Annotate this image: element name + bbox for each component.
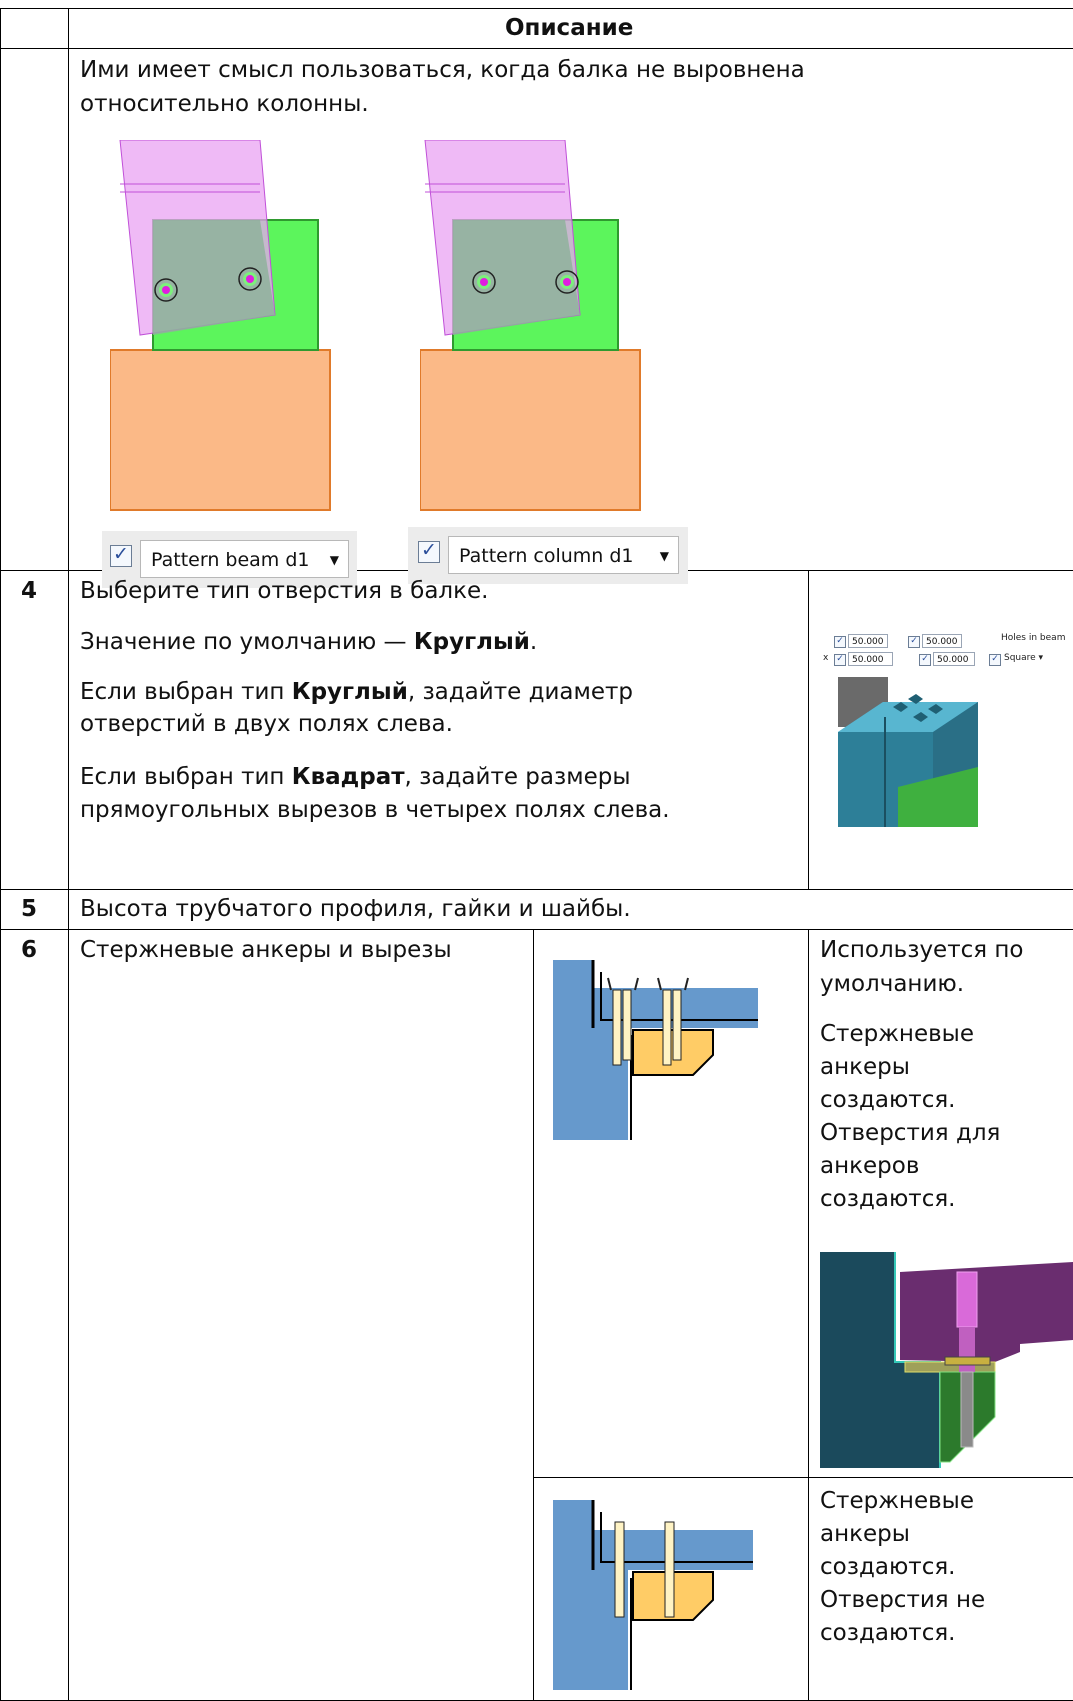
pattern-column-select-label: Pattern column d1 [459, 545, 634, 567]
row5-text: Высота трубчатого профиля, гайки и шайбы… [80, 896, 631, 922]
chevron-down-icon: ▼ [659, 549, 669, 563]
chevron-down-icon: ▼ [329, 553, 339, 567]
row4-image-border [808, 570, 809, 889]
opt2-line5: создаются. [820, 1620, 956, 1646]
row4-p1: Выберите тип отверстия в балке. [80, 578, 489, 604]
opt1-line6: Отверстия для [820, 1120, 1001, 1146]
hole-type-checkbox[interactable]: ✓ [989, 654, 1001, 666]
row4-bottom-border [0, 889, 1073, 890]
hole-v2-checkbox[interactable]: ✓ [908, 636, 920, 648]
hole-v3-checkbox[interactable]: ✓ [834, 654, 846, 666]
hole-type-select[interactable]: Square ▾ [1004, 653, 1043, 663]
opt1-line1: Используется по [820, 937, 1024, 963]
opt2-line3: создаются. [820, 1554, 956, 1580]
row-top-text-line2: относительно колонны. [80, 91, 369, 117]
pattern-column-checkbox[interactable]: ✓ [418, 539, 440, 563]
row4-number: 4 [21, 578, 38, 604]
anchor-3d-render [820, 1252, 1073, 1468]
holes-in-beam-label: Holes in beam [1001, 633, 1066, 643]
pattern-beam-checkbox[interactable]: ✓ [110, 543, 132, 567]
opt1-line7: анкеров [820, 1153, 920, 1179]
pattern-column-select[interactable]: Pattern column d1 ▼ [448, 536, 679, 574]
opt1-line2: умолчанию. [820, 971, 965, 997]
row4-p2: Значение по умолчанию — Круглый. [80, 629, 538, 655]
row6-label: Стержневые анкеры и вырезы [80, 937, 452, 963]
anchor-without-holes-diagram [553, 1500, 753, 1690]
hole-v1-checkbox[interactable]: ✓ [834, 636, 846, 648]
row5-number: 5 [21, 896, 38, 922]
row4-p4-line2: прямоугольных вырезов в четырех полях сл… [80, 797, 670, 823]
header-bottom-border [0, 48, 1073, 49]
number-column-border [68, 8, 69, 1701]
row4-p4-line1: Если выбран тип Квадрат, задайте размеры [80, 764, 631, 790]
row5-bottom-border [0, 929, 1073, 930]
table-top-border [0, 8, 1073, 9]
header-description: Описание [505, 15, 634, 41]
hole-v2-field[interactable]: 50.000 [922, 634, 962, 648]
table-left-border [0, 8, 1, 1701]
hole-v1-field[interactable]: 50.000 [848, 634, 888, 648]
opt2-line2: анкеры [820, 1521, 910, 1547]
opt2-line4: Отверстия не [820, 1587, 986, 1613]
pattern-beam-select-label: Pattern beam d1 [151, 549, 310, 571]
row4-p3-line2: отверстий в двух полях слева. [80, 711, 453, 737]
row6-number: 6 [21, 937, 38, 963]
row6-inner-border [533, 1477, 1073, 1478]
opt1-line4: анкеры [820, 1054, 910, 1080]
hole-v3-field[interactable]: 50.000 [848, 652, 893, 666]
row-top-text-line1: Ими имеет смысл пользоваться, когда балк… [80, 57, 805, 83]
hole-v4-checkbox[interactable]: ✓ [919, 654, 931, 666]
opt1-line5: создаются. [820, 1087, 956, 1113]
x-label: x [823, 653, 829, 663]
opt1-line8: создаются. [820, 1186, 956, 1212]
column-pattern-diagram [420, 140, 641, 511]
anchor-with-holes-diagram [553, 960, 758, 1140]
hole-v4-field[interactable]: 50.000 [933, 652, 975, 666]
row6-col2-border [533, 929, 534, 1701]
pattern-beam-select[interactable]: Pattern beam d1 ▼ [140, 540, 349, 578]
beam-pattern-diagram [110, 140, 331, 511]
row4-p3-line1: Если выбран тип Круглый, задайте диаметр [80, 679, 634, 705]
square-holes-diagram [838, 677, 978, 827]
row6-col3-border [808, 929, 809, 1701]
opt2-line1: Стержневые [820, 1488, 974, 1514]
opt1-line3: Стержневые [820, 1021, 974, 1047]
